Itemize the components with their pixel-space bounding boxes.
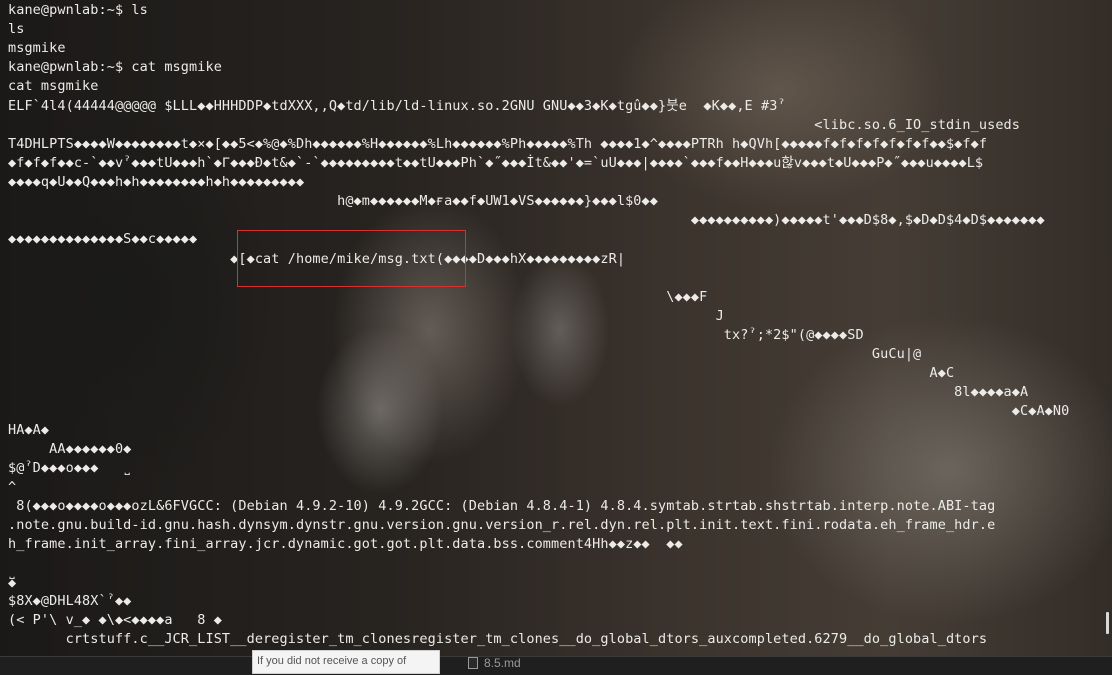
terminal-line: (< P'\ v_◆ ◆\◆<◆◆◆◆a 8 ◆ (8, 612, 222, 628)
terminal-line: ELF`4l4(44444@@@@@ $LLL◆◆HHHDDP◆tdXXX,,Q… (8, 98, 786, 114)
terminal-line: tx?ˀ;*2$"(@◆◆◆◆SD (8, 327, 864, 343)
terminal-line: 8(◆◆◆o◆◆◆◆o◆◆◆ozL&6FVGCC: (Debian 4.9.2-… (8, 498, 996, 514)
terminal-line: cat msgmike (8, 78, 99, 94)
terminal-line: crtstuff.c__JCR_LIST__deregister_tm_clon… (8, 631, 988, 647)
terminal-line: kane@pwnlab:~$ ls (8, 2, 148, 18)
terminal-line: ls (8, 21, 25, 37)
terminal-line: AA◆◆◆◆◆◆0◆ (8, 441, 132, 457)
terminal-line: $@ˀD◆◆◆o◆◆◆ ˽ (8, 460, 132, 476)
terminal-line: kane@pwnlab:~$ cat msgmike (8, 59, 222, 75)
terminal-line: $8X◆@DHL48X`ˀ◆◆ (8, 593, 132, 609)
terminal-line: .note.gnu.build-id.gnu.hash.dynsym.dynst… (8, 517, 996, 533)
terminal-line: ◆C◆A◆N0 (8, 403, 1070, 419)
terminal-line: GuCu|@ (8, 346, 922, 362)
background-file-tab[interactable]: 8.5.md (468, 652, 618, 674)
terminal-line: HA◆A◆ (8, 422, 50, 438)
terminal-line: ◆◆◆◆◆◆◆◆◆◆◆◆◆◆S◆◆c◆◆◆◆◆ (8, 231, 198, 247)
terminal-line: \◆◆◆F (8, 289, 708, 305)
red-annotation-box (237, 230, 466, 287)
background-editor-window[interactable]: If you did not receive a copy of (252, 650, 440, 674)
terminal-line: ◆◆◆◆◆◆◆◆◆◆)◆◆◆◆◆t'◆◆◆D$8◆,$◆D◆D$4◆D$◆◆◆◆… (8, 212, 1045, 228)
terminal-line: h@◆m◆◆◆◆◆◆M◆ғa◆◆f◆UW1◆VS◆◆◆◆◆◆}◆◆◆l$0◆◆ (8, 193, 658, 209)
file-icon (468, 657, 478, 669)
terminal-line: <libc.so.6_IO_stdin_useds (8, 117, 1021, 133)
terminal-line: ^ (8, 479, 17, 495)
terminal-line: ◆f◆f◆f◆◆c-`◆◆vˀ◆◆◆tU◆◆◆h`◆Γ◆◆◆Đ◆t&◆`-`◆◆… (8, 155, 984, 171)
terminal-line: T4DHLPTS◆◆◆◆W◆◆◆◆◆◆◆◆t◆×◆[◆◆5<◆%@◆%Dh◆◆◆… (8, 136, 988, 152)
terminal-line: msgmike (8, 40, 66, 56)
terminal-line: 8l◆◆◆◆a◆A (8, 384, 1029, 400)
terminal-line: h_frame.init_array.fini_array.jcr.dynami… (8, 536, 683, 552)
terminal-line: ◆◆◆◆q◆U◆◆Q◆◆◆h◆h◆◆◆◆◆◆◆◆h◆h◆◆◆◆◆◆◆◆◆ (8, 174, 305, 190)
file-tab-label: 8.5.md (484, 656, 521, 670)
terminal-scrollbar-thumb[interactable] (1106, 612, 1109, 634)
terminal-line: J (8, 308, 724, 324)
terminal-output[interactable]: kane@pwnlab:~$ ls ls msgmike kane@pwnlab… (0, 0, 1112, 656)
terminal-line: ◆ (8, 575, 17, 591)
terminal-line: A◆C (8, 365, 955, 381)
